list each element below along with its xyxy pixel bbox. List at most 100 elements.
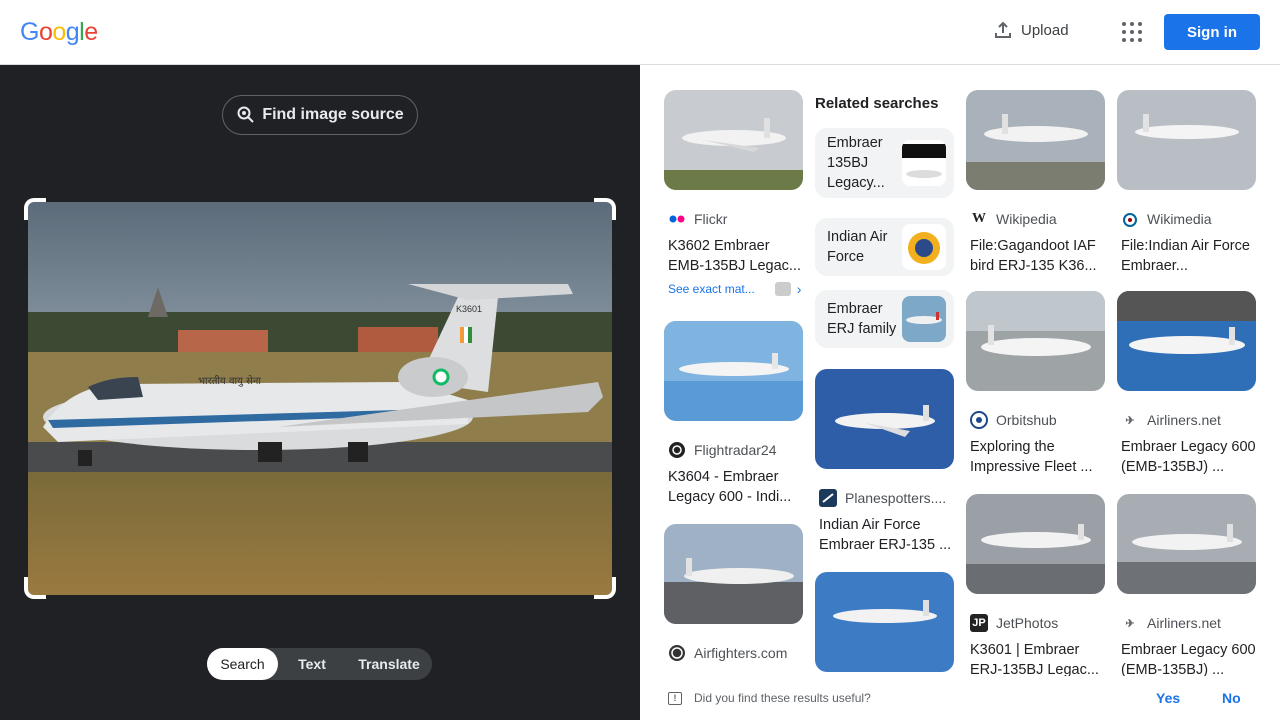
result-card[interactable]: Wikimedia File:Indian Air Force Embraer.…: [1117, 90, 1256, 276]
jetphotos-icon: JP: [970, 614, 988, 632]
result-card[interactable]: Flickr K3602 Embraer EMB-135BJ Legac...: [664, 90, 803, 276]
see-exact-matches-label: See exact mat...: [668, 282, 755, 296]
logo-letter: e: [84, 18, 98, 46]
crop-handle-top-left[interactable]: [24, 198, 46, 220]
result-card[interactable]: ✈ Airliners.net Embraer Legacy 600 (EMB-…: [1117, 291, 1256, 477]
result-source[interactable]: Planespotters....: [815, 489, 954, 507]
logo-letter: o: [38, 18, 53, 46]
result-thumbnail[interactable]: [664, 321, 803, 421]
airliners-icon: ✈: [1125, 414, 1135, 427]
result-thumbnail[interactable]: [815, 369, 954, 469]
result-title[interactable]: Indian Air Force Embraer ERJ-135 ...: [815, 515, 954, 555]
result-title[interactable]: K3602 Embraer EMB-135BJ Legac...: [664, 236, 803, 276]
feedback-bar: ! Did you find these results useful? Yes…: [640, 676, 1280, 720]
related-search-chip[interactable]: Indian Air Force: [815, 218, 954, 276]
query-photo: K3601 भारतीय वायु सेना: [28, 202, 612, 595]
result-title[interactable]: Embraer Legacy 600 (EMB-135BJ) ...: [1117, 640, 1256, 680]
result-thumbnail[interactable]: [1117, 494, 1256, 594]
lens-search-icon: [237, 106, 255, 123]
flightradar-icon: [668, 441, 686, 459]
result-source[interactable]: ✈ Airliners.net: [1117, 411, 1256, 429]
results-panel: Flickr K3602 Embraer EMB-135BJ Legac... …: [640, 65, 1280, 720]
result-source[interactable]: Wikimedia: [1117, 210, 1256, 228]
related-search-label: Embraer ERJ family: [827, 301, 897, 337]
result-source-name: Flightradar24: [694, 442, 777, 458]
result-source[interactable]: Flickr: [664, 210, 803, 228]
result-thumbnail[interactable]: [1117, 291, 1256, 391]
related-search-thumbnail: [902, 296, 946, 342]
fuselage-text: भारतीय वायु सेना: [198, 375, 261, 387]
result-source-name: Airliners.net: [1147, 615, 1221, 631]
related-search-chip[interactable]: Embraer 135BJ Legacy...: [815, 128, 954, 198]
logo-letter: G: [20, 18, 39, 46]
result-card[interactable]: W Wikipedia File:Gagandoot IAF bird ERJ-…: [966, 90, 1105, 276]
apps-grid-icon[interactable]: [1122, 22, 1142, 42]
query-image-panel: Find image source K3601 भारतीय वायु सेना…: [0, 65, 640, 720]
related-searches-heading: Related searches: [815, 95, 939, 112]
airfighters-icon: [668, 644, 686, 662]
result-thumbnail[interactable]: [1117, 90, 1256, 190]
result-title[interactable]: File:Gagandoot IAF bird ERJ-135 K36...: [966, 236, 1105, 276]
find-image-source-button[interactable]: Find image source: [222, 95, 418, 135]
upload-label: Upload: [1021, 21, 1069, 39]
query-image-frame[interactable]: K3601 भारतीय वायु सेना: [24, 198, 616, 599]
related-search-thumbnail: [902, 140, 946, 186]
planespotters-icon: [819, 489, 837, 507]
result-source-name: Wikimedia: [1147, 211, 1212, 227]
result-thumbnail[interactable]: [966, 291, 1105, 391]
lens-mode-tabs: Search Text Translate: [207, 648, 432, 680]
feedback-icon: !: [668, 691, 682, 705]
crop-handle-bottom-right[interactable]: [594, 577, 616, 599]
exact-match-thumb-icon: [774, 282, 791, 296]
result-title[interactable]: Exploring the Impressive Fleet ...: [966, 437, 1105, 477]
crop-handle-top-right[interactable]: [594, 198, 616, 220]
result-source-name: JetPhotos: [996, 615, 1059, 631]
result-card[interactable]: Planespotters.... Indian Air Force Embra…: [815, 369, 954, 555]
result-source[interactable]: ✈ Airliners.net: [1117, 614, 1256, 632]
result-source-name: Planespotters....: [845, 490, 947, 506]
google-logo[interactable]: Google: [20, 18, 98, 47]
logo-letter: g: [65, 18, 80, 46]
result-source[interactable]: W Wikipedia: [966, 210, 1105, 228]
header: Google Upload Sign in: [0, 0, 1280, 65]
related-search-thumbnail: [902, 224, 946, 270]
result-title[interactable]: File:Indian Air Force Embraer...: [1117, 236, 1256, 276]
tab-text[interactable]: Text: [278, 648, 346, 680]
result-source-name: Wikipedia: [996, 211, 1057, 227]
result-source[interactable]: Airfighters.com: [664, 644, 803, 662]
airliners-icon: ✈: [1125, 617, 1135, 630]
result-thumbnail[interactable]: [664, 90, 803, 190]
result-thumbnail[interactable]: [966, 90, 1105, 190]
feedback-question: Did you find these results useful?: [694, 691, 871, 705]
feedback-yes-button[interactable]: Yes: [1156, 690, 1180, 706]
result-title[interactable]: K3604 - Embraer Legacy 600 - Indi...: [664, 467, 803, 507]
result-source-name: Airliners.net: [1147, 412, 1221, 428]
related-search-chip[interactable]: Embraer ERJ family: [815, 290, 954, 348]
sign-in-button[interactable]: Sign in: [1164, 14, 1260, 50]
result-source[interactable]: Flightradar24: [664, 441, 803, 459]
tab-search[interactable]: Search: [207, 648, 278, 680]
related-search-label: Embraer 135BJ Legacy...: [827, 135, 885, 191]
upload-button[interactable]: Upload: [993, 20, 1069, 40]
result-source-name: Airfighters.com: [694, 645, 788, 661]
result-title[interactable]: K3601 | Embraer ERJ-135BJ Legac...: [966, 640, 1105, 680]
see-exact-matches-link[interactable]: See exact mat... ›: [668, 281, 801, 297]
result-card[interactable]: Airfighters.com: [664, 524, 803, 662]
wikipedia-icon: W: [972, 211, 986, 226]
crop-handle-bottom-left[interactable]: [24, 577, 46, 599]
result-card[interactable]: JP JetPhotos K3601 | Embraer ERJ-135BJ L…: [966, 494, 1105, 680]
result-title[interactable]: Embraer Legacy 600 (EMB-135BJ) ...: [1117, 437, 1256, 477]
result-thumbnail[interactable]: [966, 494, 1105, 594]
tab-translate[interactable]: Translate: [346, 648, 432, 680]
related-search-label: Indian Air Force: [827, 229, 888, 265]
result-source[interactable]: JP JetPhotos: [966, 614, 1105, 632]
result-source[interactable]: Orbitshub: [966, 411, 1105, 429]
result-thumbnail[interactable]: [815, 572, 954, 672]
result-card[interactable]: Orbitshub Exploring the Impressive Fleet…: [966, 291, 1105, 477]
result-thumbnail[interactable]: [664, 524, 803, 624]
tail-number: K3601: [456, 304, 482, 314]
feedback-no-button[interactable]: No: [1222, 690, 1241, 706]
result-card[interactable]: [815, 572, 954, 672]
result-card[interactable]: Flightradar24 K3604 - Embraer Legacy 600…: [664, 321, 803, 507]
result-card[interactable]: ✈ Airliners.net Embraer Legacy 600 (EMB-…: [1117, 494, 1256, 680]
